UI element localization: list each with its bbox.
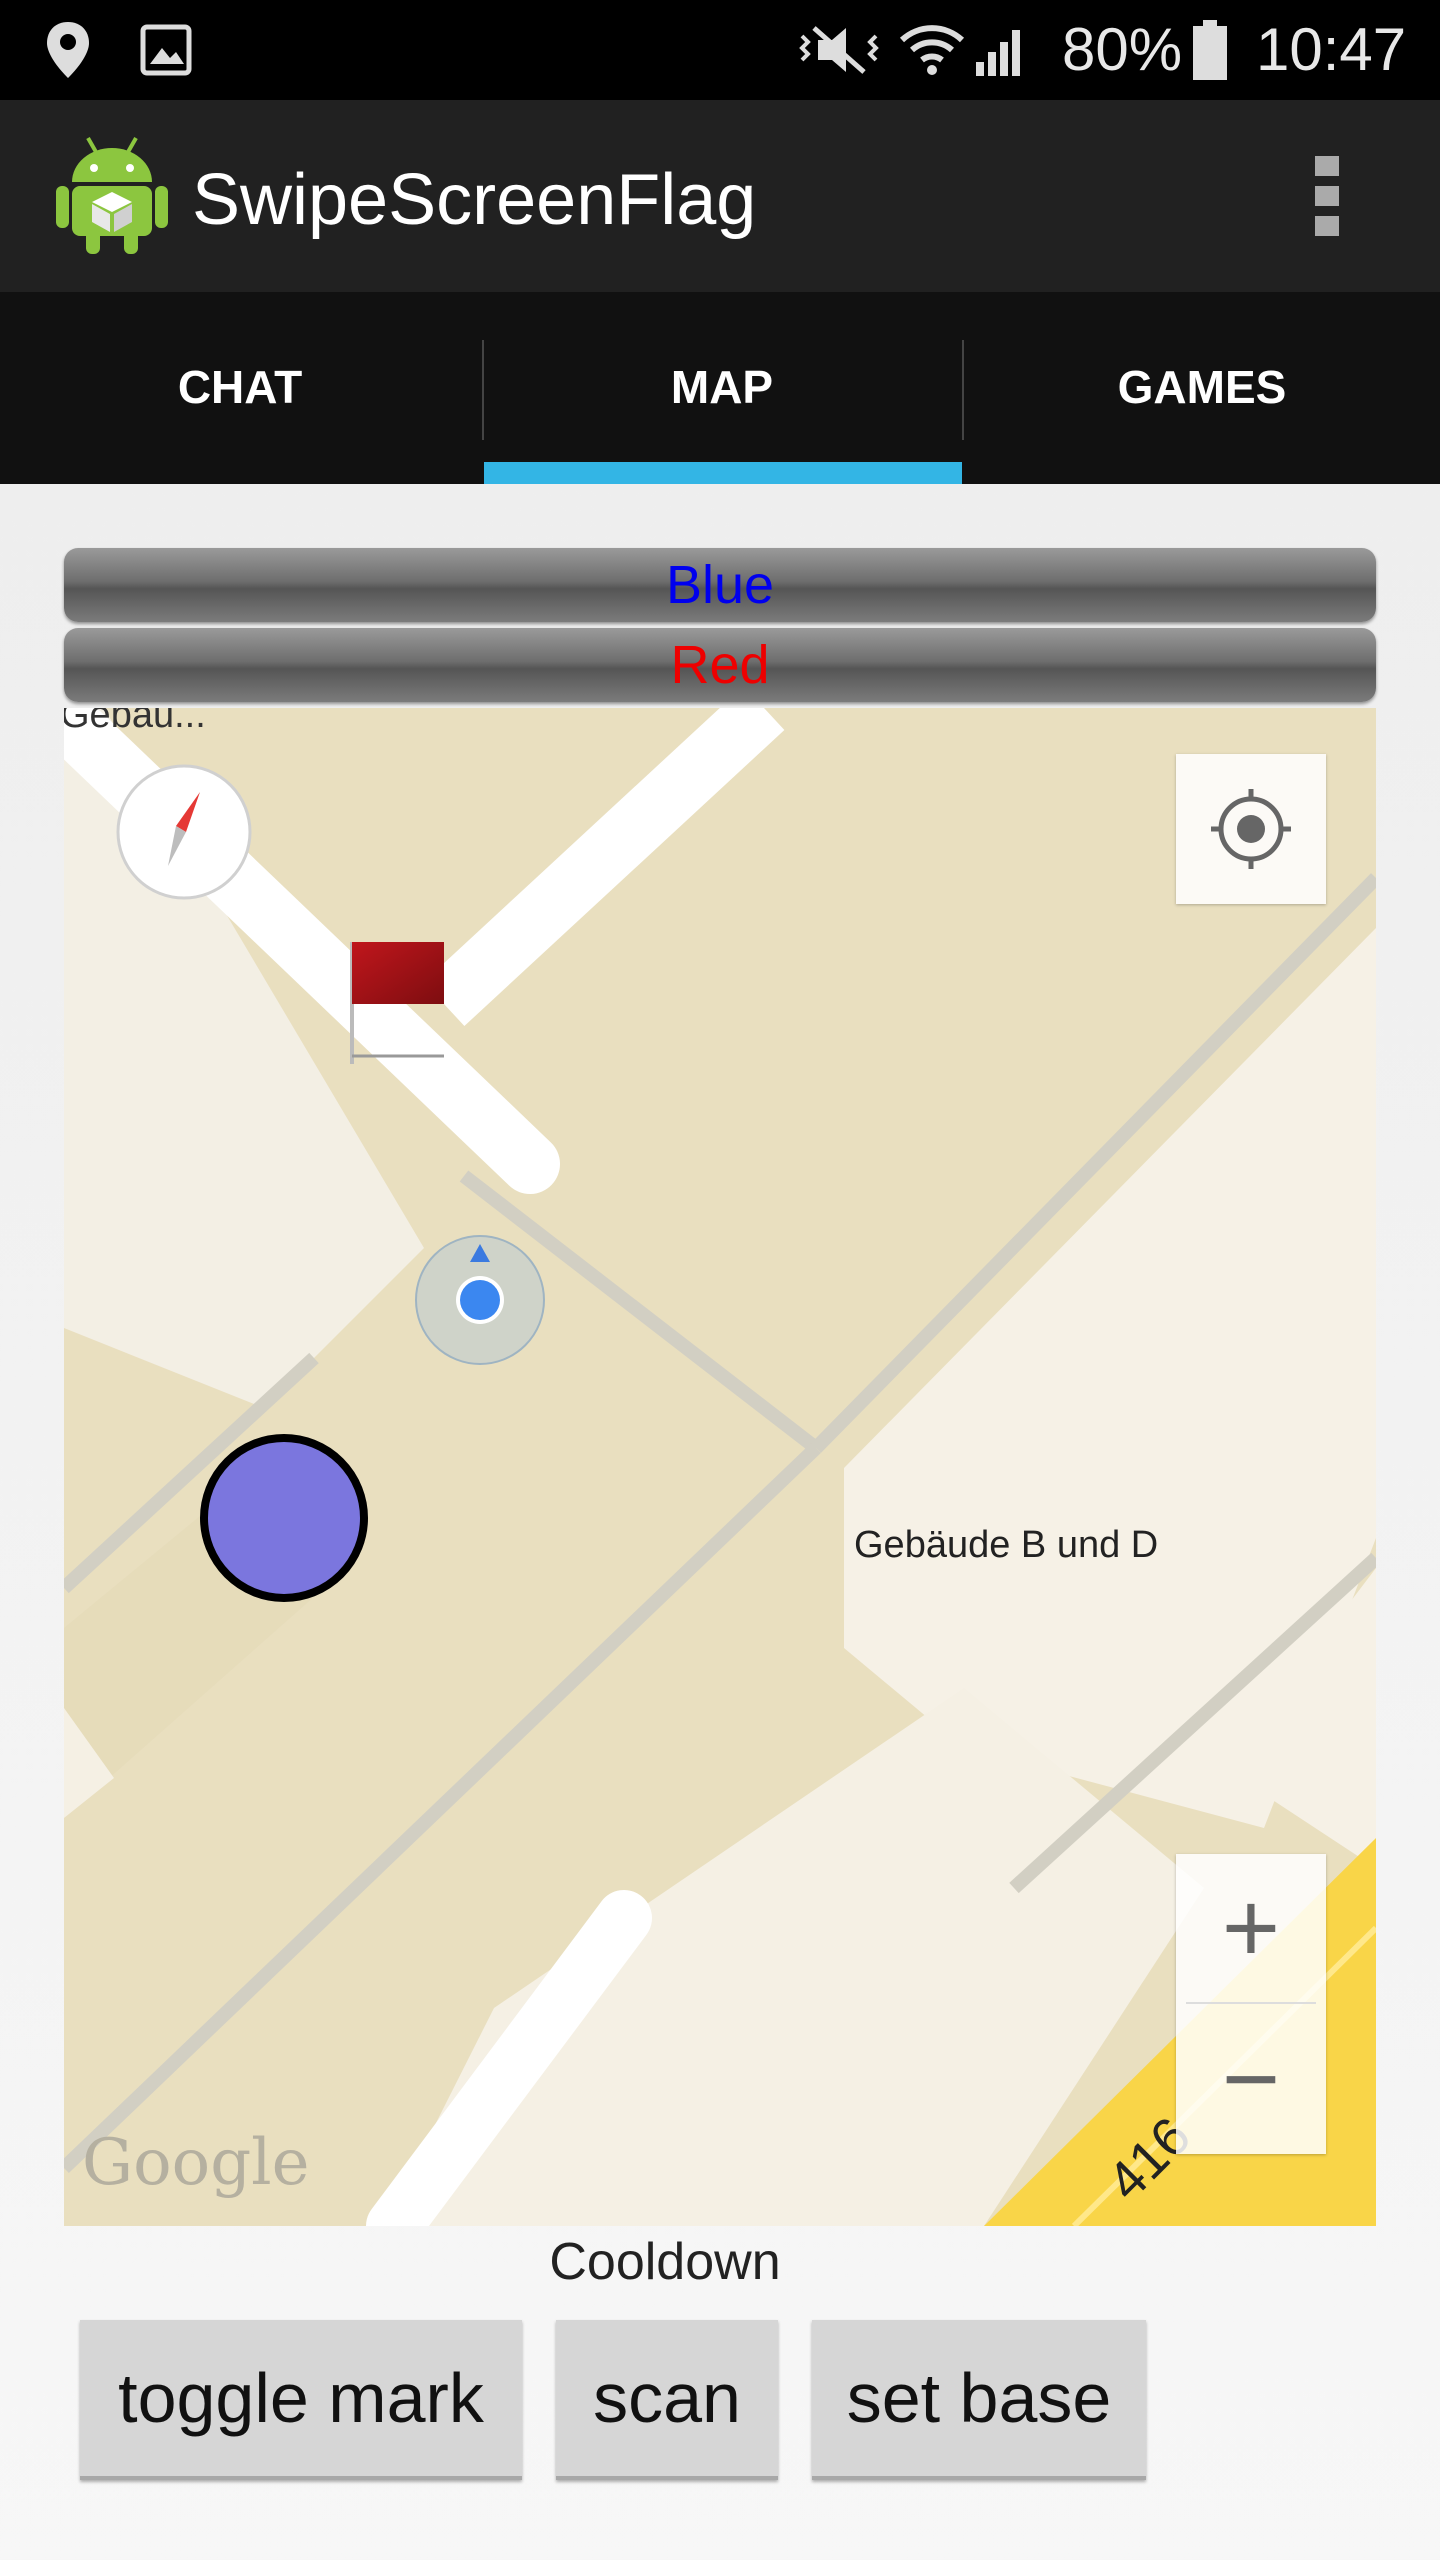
location-icon — [47, 22, 89, 78]
tab-chat[interactable]: CHAT — [0, 292, 480, 484]
current-location-marker — [415, 1235, 545, 1365]
tab-games-label: GAMES — [1117, 361, 1287, 413]
battery-icon — [1193, 20, 1227, 80]
action-bar: SwipeScreenFlag — [0, 100, 1440, 292]
wifi-icon — [899, 25, 965, 75]
set-base-button[interactable]: set base — [812, 2320, 1146, 2480]
flag-icon[interactable] — [344, 938, 454, 1068]
app-title: SwipeScreenFlag — [192, 160, 757, 240]
gallery-icon — [140, 24, 192, 76]
zoom-controls: + − — [1176, 1854, 1326, 2154]
zoom-in-button[interactable]: + — [1176, 1854, 1326, 2002]
blue-team-button[interactable]: Blue — [64, 548, 1376, 622]
signal-icon — [976, 30, 1020, 76]
player-marker[interactable] — [198, 1432, 370, 1604]
my-location-button[interactable] — [1176, 754, 1326, 904]
android-icon — [56, 137, 168, 254]
tab-map-label: MAP — [670, 361, 774, 413]
status-bar: 80% 10:47 — [0, 0, 1440, 100]
map-view[interactable]: Gebäu... Gebäude B und D 416 Google + − — [64, 708, 1376, 2226]
tab-bar: CHAT MAP GAMES — [0, 292, 1440, 484]
compass-icon[interactable] — [114, 762, 254, 902]
zoom-out-button[interactable]: − — [1176, 2004, 1326, 2154]
battery-percent: 80% — [1062, 16, 1183, 83]
google-attribution: Google — [82, 2126, 310, 2200]
map-place-label-top: Gebäu... — [64, 708, 206, 736]
my-location-icon — [1211, 789, 1291, 869]
overflow-menu-icon[interactable] — [1312, 154, 1342, 238]
tab-selected-indicator — [484, 462, 962, 484]
toggle-mark-button[interactable]: toggle mark — [80, 2320, 522, 2480]
tab-map[interactable]: MAP — [482, 292, 962, 484]
cooldown-label: Cooldown — [549, 2233, 781, 2291]
map-place-label: Gebäude B und D — [854, 1524, 1159, 1566]
tab-chat-label: CHAT — [177, 361, 303, 413]
red-team-button[interactable]: Red — [64, 628, 1376, 702]
clock: 10:47 — [1256, 16, 1407, 83]
vibrate-icon — [799, 26, 879, 74]
tab-games[interactable]: GAMES — [962, 292, 1440, 484]
scan-button[interactable]: scan — [556, 2320, 778, 2480]
